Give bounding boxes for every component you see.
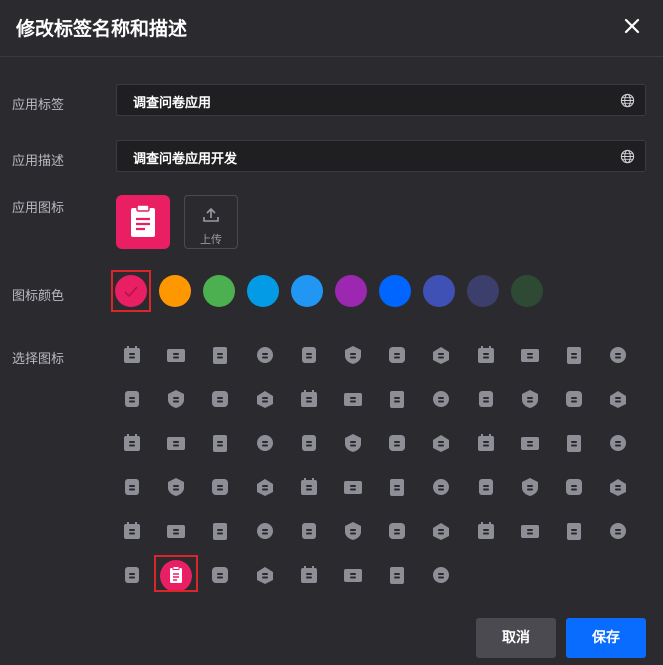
app-desc-input[interactable]: 调查问卷应用开发 <box>116 140 646 172</box>
color-swatch[interactable] <box>467 275 499 307</box>
orbit-icon[interactable] <box>121 564 143 586</box>
shield-plus-icon[interactable] <box>342 564 364 586</box>
pie-chart-icon[interactable] <box>254 520 276 542</box>
globe-leaf-icon[interactable] <box>386 388 408 410</box>
app-icon-label: 应用图标 <box>12 201 65 216</box>
video-icon[interactable] <box>519 432 541 454</box>
oa-icon[interactable] <box>298 564 320 586</box>
tag-hex-icon[interactable] <box>342 432 364 454</box>
cubes-icon[interactable] <box>121 432 143 454</box>
upload-button[interactable]: 上传 <box>184 195 238 249</box>
upload-icon <box>203 207 219 222</box>
dollar-doc-icon[interactable] <box>386 476 408 498</box>
parking-icon[interactable] <box>607 432 629 454</box>
flower-grid-icon[interactable] <box>607 344 629 366</box>
clipboard-icon <box>131 204 155 237</box>
leaf-icon[interactable] <box>209 388 231 410</box>
phone-icon[interactable] <box>519 476 541 498</box>
heart-shield-icon[interactable] <box>475 344 497 366</box>
cube-icon[interactable] <box>209 564 231 586</box>
yen-icon[interactable] <box>209 520 231 542</box>
document-check-icon[interactable] <box>563 432 585 454</box>
tablet-bell-icon[interactable] <box>298 344 320 366</box>
color-swatch[interactable] <box>159 275 191 307</box>
code-window-icon[interactable] <box>430 344 452 366</box>
color-swatch[interactable] <box>291 275 323 307</box>
syringe-icon[interactable] <box>165 520 187 542</box>
app-desc-label: 应用描述 <box>12 154 65 169</box>
id-card-icon[interactable] <box>165 344 187 366</box>
star-person-icon[interactable] <box>563 476 585 498</box>
car-shield-icon[interactable] <box>254 388 276 410</box>
color-swatch[interactable] <box>335 275 367 307</box>
dumbbell-icon[interactable] <box>342 520 364 542</box>
api-icon[interactable] <box>165 388 187 410</box>
app-icon-preview <box>116 195 170 249</box>
dialog-header: 修改标签名称和描述 <box>0 0 663 57</box>
layers-orbit-icon[interactable] <box>519 344 541 366</box>
cloche-icon[interactable] <box>430 564 452 586</box>
color-swatch[interactable] <box>423 275 455 307</box>
presentation-icon[interactable] <box>475 476 497 498</box>
paper-plane-icon[interactable] <box>209 432 231 454</box>
cloud-eye-icon[interactable] <box>430 476 452 498</box>
color-swatch[interactable] <box>511 275 543 307</box>
cancel-button[interactable]: 取消 <box>476 618 556 658</box>
database-icon[interactable] <box>475 432 497 454</box>
app-label-input[interactable]: 调查问卷应用 <box>116 84 646 116</box>
app-desc-value: 调查问卷应用开发 <box>133 152 238 167</box>
calendar-check-icon[interactable] <box>121 344 143 366</box>
close-icon[interactable] <box>620 14 644 38</box>
brain-icon[interactable] <box>254 344 276 366</box>
record-square-icon[interactable] <box>342 388 364 410</box>
chip-icon[interactable] <box>254 432 276 454</box>
color-swatch[interactable] <box>247 275 279 307</box>
layout-icon[interactable] <box>430 432 452 454</box>
house-icon[interactable] <box>563 520 585 542</box>
cloud-toggle-icon[interactable] <box>563 388 585 410</box>
icon-color-label: 图标颜色 <box>12 289 65 304</box>
cloud-chart-icon[interactable] <box>519 388 541 410</box>
tree-circle-icon[interactable] <box>607 388 629 410</box>
group-icon[interactable] <box>121 520 143 542</box>
app-label-label: 应用标签 <box>12 98 65 113</box>
chat-heart-icon[interactable] <box>430 520 452 542</box>
certificate-icon[interactable] <box>519 520 541 542</box>
handshake-icon[interactable] <box>298 520 320 542</box>
color-swatch[interactable] <box>379 275 411 307</box>
globe-icon[interactable] <box>620 149 635 164</box>
tray-icon[interactable] <box>386 432 408 454</box>
exchange-icon[interactable] <box>209 476 231 498</box>
document-plus-icon[interactable] <box>254 564 276 586</box>
app-label-value: 调查问卷应用 <box>133 96 212 111</box>
upload-label: 上传 <box>200 233 222 246</box>
trend-chart-icon[interactable] <box>298 432 320 454</box>
shield-plant-icon[interactable] <box>430 388 452 410</box>
upload-box-icon[interactable] <box>209 344 231 366</box>
thumbs-up-icon[interactable] <box>607 476 629 498</box>
eye-hex-icon[interactable] <box>475 388 497 410</box>
bus-icon[interactable] <box>607 520 629 542</box>
color-swatch[interactable] <box>203 275 235 307</box>
life-ring-icon[interactable] <box>254 476 276 498</box>
dialog-title: 修改标签名称和描述 <box>16 18 188 40</box>
airplane-icon[interactable] <box>386 564 408 586</box>
document-list-icon[interactable] <box>298 476 320 498</box>
scan-frame-icon[interactable] <box>342 344 364 366</box>
globe-icon[interactable] <box>620 93 635 108</box>
bill-icon[interactable] <box>386 520 408 542</box>
bookmark-icon[interactable] <box>165 432 187 454</box>
list-icon[interactable] <box>121 476 143 498</box>
pulse-monitor-icon[interactable] <box>121 388 143 410</box>
eye-icon[interactable] <box>298 388 320 410</box>
medical-kit-icon[interactable] <box>475 520 497 542</box>
bag-icon[interactable] <box>386 344 408 366</box>
cloud-download-icon[interactable] <box>165 476 187 498</box>
choose-icon-label: 选择图标 <box>12 352 65 367</box>
mountains-icon[interactable] <box>563 344 585 366</box>
box-hex-icon[interactable] <box>342 476 364 498</box>
save-button[interactable]: 保存 <box>566 618 646 658</box>
selected-icon-frame <box>154 555 198 592</box>
selected-color-frame <box>111 270 151 312</box>
